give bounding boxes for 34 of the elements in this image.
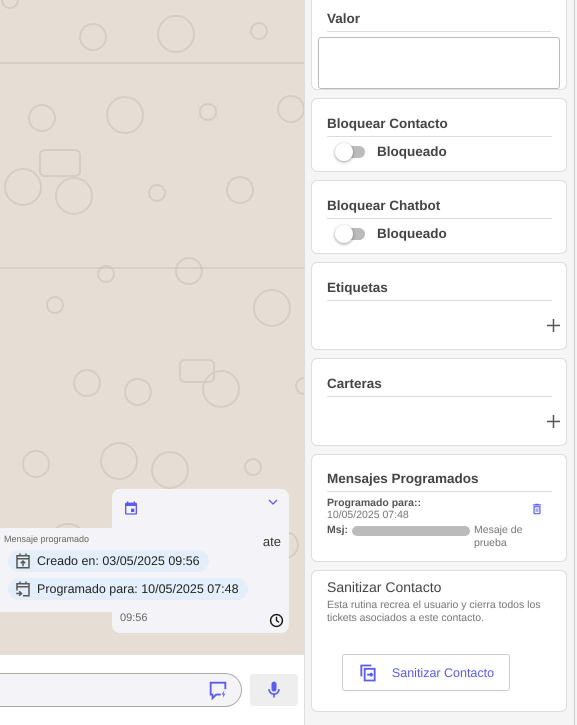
- calendar-arrow-icon: [14, 580, 32, 598]
- card-title: Bloquear Contacto: [327, 116, 552, 137]
- clock-icon: [269, 613, 284, 628]
- panel-title: Mensaje programado: [4, 534, 90, 544]
- message-text: Mesaje de prueba: [474, 524, 524, 550]
- toggle-switch[interactable]: [337, 146, 365, 158]
- schedule-date: 10/05/2025 07:48: [327, 509, 410, 521]
- toggle-label: Bloqueado: [377, 226, 447, 241]
- card-title: Bloquear Chatbot: [327, 198, 552, 219]
- toggle-label: Bloqueado: [377, 144, 447, 159]
- schedule-label: Programado para::: [327, 497, 421, 509]
- add-icon[interactable]: [547, 415, 560, 428]
- date-chip: Programado para: 10/05/2025 07:48: [8, 578, 248, 600]
- card-title: Mensajes Programados: [327, 471, 552, 492]
- sanitize-button[interactable]: Sanitizar Contacto: [342, 654, 510, 691]
- calendar-icon: [123, 500, 139, 516]
- quick-reply-icon[interactable]: [207, 679, 229, 701]
- add-icon[interactable]: [547, 319, 560, 332]
- message-text: ate: [262, 534, 281, 549]
- message-label: Msj:: [327, 524, 348, 537]
- microphone-button[interactable]: [250, 674, 298, 706]
- card-description: Esta rutina recrea el usuario y cierra todos los tickets asociados a este contacto.: [327, 599, 542, 625]
- calendar-upload-icon: [14, 552, 32, 570]
- value-field[interactable]: [318, 37, 560, 89]
- swap-icon: [358, 662, 378, 682]
- toggle-switch[interactable]: [337, 228, 365, 240]
- card-title: Etiquetas: [327, 280, 552, 301]
- message-time: 09:56: [120, 613, 148, 624]
- card-title: Valor: [327, 11, 551, 32]
- trash-icon[interactable]: [530, 502, 544, 516]
- card-title: Sanitizar Contacto: [327, 579, 442, 595]
- card-title: Carteras: [327, 376, 552, 397]
- date-chip: Creado en: 03/05/2025 09:56: [8, 550, 209, 572]
- message-input[interactable]: [0, 673, 242, 707]
